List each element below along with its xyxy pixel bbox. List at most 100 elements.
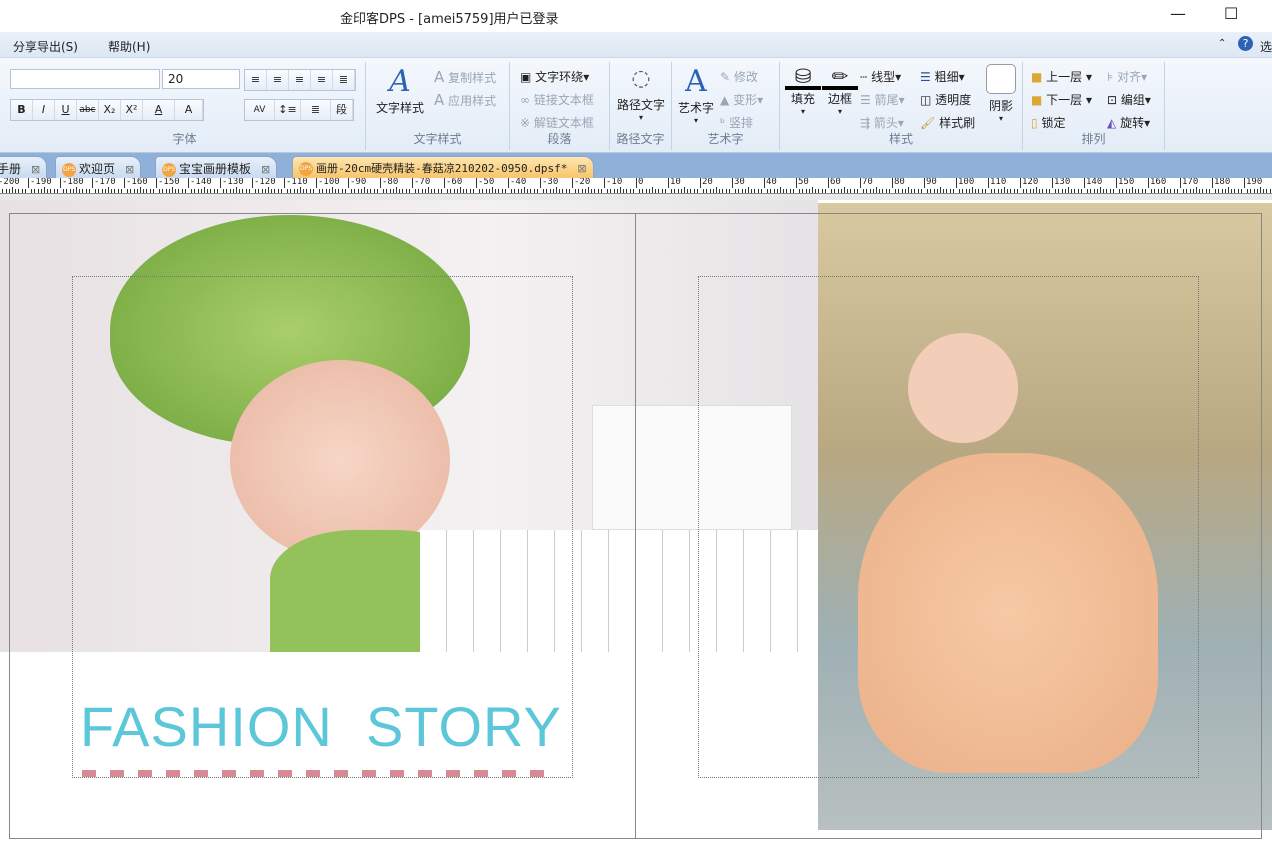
ruler-tick — [1250, 189, 1252, 193]
apply-style-button[interactable]: A 应用样式 — [434, 91, 496, 109]
ruler-tick — [197, 189, 199, 193]
modify-button[interactable]: ✎ 修改 — [720, 68, 758, 85]
transform-button[interactable]: ▲ 变形▾ — [720, 91, 763, 108]
tab-welcome[interactable]: DPS 欢迎页 ⊠ — [55, 156, 142, 178]
highlight-button[interactable]: A — [175, 100, 203, 120]
font-size-select[interactable]: 20 — [162, 69, 240, 89]
ruler-tick — [876, 187, 877, 193]
ruler-tick — [1256, 189, 1258, 193]
ruler-tick — [1205, 189, 1207, 193]
fill-button[interactable]: ⛁ 填充 ▾ — [785, 64, 821, 116]
italic-button[interactable]: I — [33, 100, 55, 120]
group-button[interactable]: ⊡ 编组▾ — [1107, 91, 1151, 108]
arrow-tail-button[interactable]: ☰ 箭尾▾ — [860, 91, 905, 108]
line-spacing-button[interactable]: ↕≡ — [275, 100, 301, 120]
superscript-button[interactable]: X² — [121, 100, 143, 120]
ruler-tick — [482, 189, 484, 193]
maximize-button[interactable]: ☐ — [1224, 4, 1238, 23]
ruler-tick — [808, 189, 810, 193]
ruler-tick — [1157, 189, 1159, 193]
group-label: 样式 — [888, 132, 913, 146]
strikethrough-button[interactable]: abc — [77, 100, 99, 120]
horizontal-ruler[interactable]: -200 -190 -180 -170 -160 -150 -140 -130 -120 -110… — [0, 178, 1272, 194]
char-spacing-button[interactable]: AV — [245, 100, 275, 120]
close-icon[interactable]: ⊠ — [31, 163, 40, 176]
underline-button[interactable]: U — [55, 100, 77, 120]
border-button[interactable]: ✏ 边框 ▾ — [822, 64, 858, 116]
arrow-head-button[interactable]: ⇶ 箭头▾ — [860, 114, 904, 131]
options-label[interactable]: 选 — [1260, 38, 1272, 55]
ruler-tick — [680, 189, 682, 193]
send-backward-button[interactable]: ■ 下一层 ▾ — [1031, 91, 1092, 108]
ruler-tick — [101, 189, 103, 193]
ruler-tick — [8, 189, 10, 193]
ruler-tick — [696, 189, 698, 193]
spine-line — [635, 213, 636, 839]
ruler-tick — [975, 189, 977, 193]
ruler-tick — [594, 189, 596, 193]
ruler-tick — [805, 189, 807, 193]
align-center-button[interactable]: ≡ — [267, 70, 289, 90]
tab-baby-album-template[interactable]: DPS 宝宝画册模板 ⊠ — [155, 156, 278, 178]
collapse-ribbon-icon[interactable]: ⌃ — [1218, 38, 1226, 49]
ruler-tick — [549, 189, 551, 193]
ruler-tick — [95, 189, 97, 193]
vertical-text-button[interactable]: ᵇ 竖排 — [720, 114, 753, 131]
rotate-button[interactable]: ◭ 旋转▾ — [1107, 114, 1150, 131]
text-frame[interactable] — [698, 276, 1199, 778]
line-weight-button[interactable]: ☰ 粗细▾ — [920, 68, 965, 85]
ruler-tick — [159, 189, 161, 193]
art-text-button[interactable]: A 艺术字 ▾ — [674, 64, 718, 125]
ruler-tick — [850, 189, 852, 193]
line-type-button[interactable]: ┄ 线型▾ — [860, 68, 901, 85]
ruler-tick — [50, 189, 52, 193]
align-button[interactable]: ⊧ 对齐▾ — [1107, 68, 1147, 85]
paragraph-button[interactable]: 段 — [331, 100, 353, 120]
path-text-button[interactable]: ◌ 路径文字 ▾ — [614, 66, 668, 122]
close-icon[interactable]: ⊠ — [261, 163, 270, 176]
design-canvas[interactable]: FASHION STORY — [0, 194, 1272, 852]
ruler-tick — [1093, 189, 1095, 193]
align-right-button[interactable]: ≡ — [289, 70, 311, 90]
ruler-tick — [172, 187, 173, 193]
format-brush-button[interactable]: 🖌 样式刷 — [920, 114, 975, 131]
font-name-select[interactable] — [10, 69, 160, 89]
columns-button[interactable]: ≣ — [301, 100, 331, 120]
text-wrap-button[interactable]: ▣ 文字环绕▾ — [520, 68, 589, 85]
copy-style-button[interactable]: A 复制样式 — [434, 68, 496, 86]
shadow-button[interactable]: 阴影 ▾ — [985, 64, 1017, 123]
help-icon[interactable]: ? — [1238, 36, 1253, 51]
headline-text[interactable]: FASHION STORY — [80, 694, 562, 759]
unlink-textbox-button[interactable]: ※ 解链文本框 — [520, 114, 594, 131]
link-textbox-button[interactable]: ∞ 链接文本框 — [520, 91, 594, 108]
ruler-tick — [424, 189, 426, 193]
ruler-tick — [325, 189, 327, 193]
ruler-tick — [408, 189, 410, 193]
menu-share-export[interactable]: 分享导出(S) — [13, 38, 78, 55]
ruler-tick — [652, 187, 653, 193]
bold-button[interactable]: B — [11, 100, 33, 120]
align-left-button[interactable]: ≡ — [245, 70, 267, 90]
font-color-button[interactable]: A — [143, 100, 175, 120]
menu-help[interactable]: 帮助(H) — [108, 38, 150, 55]
text-style-button[interactable]: A 文字样式 — [374, 64, 426, 116]
ruler-tick — [591, 189, 593, 193]
close-icon[interactable]: ⊠ — [577, 162, 586, 175]
distribute-button[interactable]: ≣ — [333, 70, 355, 90]
bring-forward-button[interactable]: ■ 上一层 ▾ — [1031, 68, 1092, 85]
tab-active-album[interactable]: DPS 画册-20cm硬壳精装-春菇凉210202-0950.dpsf* ⊠ — [292, 156, 594, 178]
ruler-tick — [1221, 189, 1223, 193]
ruler-tick — [584, 189, 586, 193]
justify-button[interactable]: ≡ — [311, 70, 333, 90]
close-icon[interactable]: ⊠ — [125, 163, 134, 176]
ruler-tick — [936, 189, 938, 193]
ruler-tick — [303, 189, 305, 193]
subscript-button[interactable]: X₂ — [99, 100, 121, 120]
tab-manual[interactable]: 手册 ⊠ — [0, 156, 48, 178]
ruler-tick — [722, 189, 724, 193]
ruler-tick — [645, 189, 647, 193]
opacity-button[interactable]: ◫ 透明度 — [920, 91, 971, 108]
minimize-button[interactable]: — — [1170, 4, 1186, 23]
lock-button[interactable]: ▯ 锁定 — [1031, 114, 1065, 131]
ruler-tick — [1132, 187, 1133, 193]
